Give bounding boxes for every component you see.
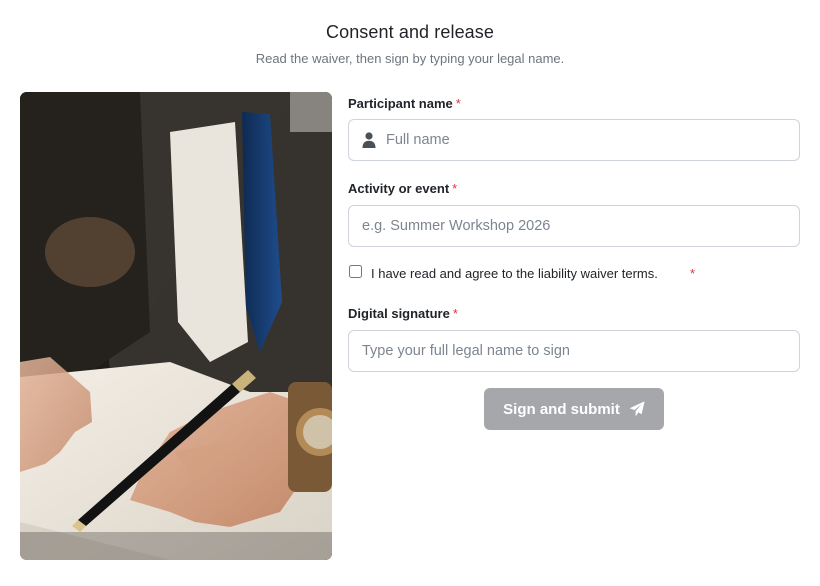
required-mark: * xyxy=(690,266,696,281)
sign-and-submit-button[interactable]: Sign and submit xyxy=(484,388,664,430)
paper-plane-icon xyxy=(629,401,645,417)
required-mark: * xyxy=(452,306,458,321)
waiver-agreement-row: I have read and agree to the liability w… xyxy=(348,264,800,282)
participant-name-label: Participant name * xyxy=(348,96,461,111)
participant-name-input[interactable] xyxy=(349,120,799,160)
participant-name-field xyxy=(348,119,800,161)
consent-form: Participant name* Activity or event* I h… xyxy=(348,0,800,586)
activity-field xyxy=(348,205,800,247)
signature-input[interactable] xyxy=(349,331,799,371)
waiver-agreement-checkbox[interactable] xyxy=(349,265,362,278)
submit-button-label: Sign and submit xyxy=(503,400,620,418)
required-mark: * xyxy=(452,181,458,196)
signing-document-photo xyxy=(20,92,332,560)
waiver-agreement-label[interactable]: I have read and agree to the liability w… xyxy=(371,266,658,281)
required-mark: * xyxy=(455,96,461,111)
signature-label-text: Digital signature xyxy=(348,306,450,321)
signature-field xyxy=(348,330,800,372)
signature-label: Digital signature * xyxy=(348,306,458,321)
activity-input[interactable] xyxy=(349,206,799,246)
participant-name-label-text: Participant name xyxy=(348,96,453,111)
activity-label-text: Activity or event xyxy=(348,181,450,196)
activity-label: Activity or event * xyxy=(348,181,457,196)
